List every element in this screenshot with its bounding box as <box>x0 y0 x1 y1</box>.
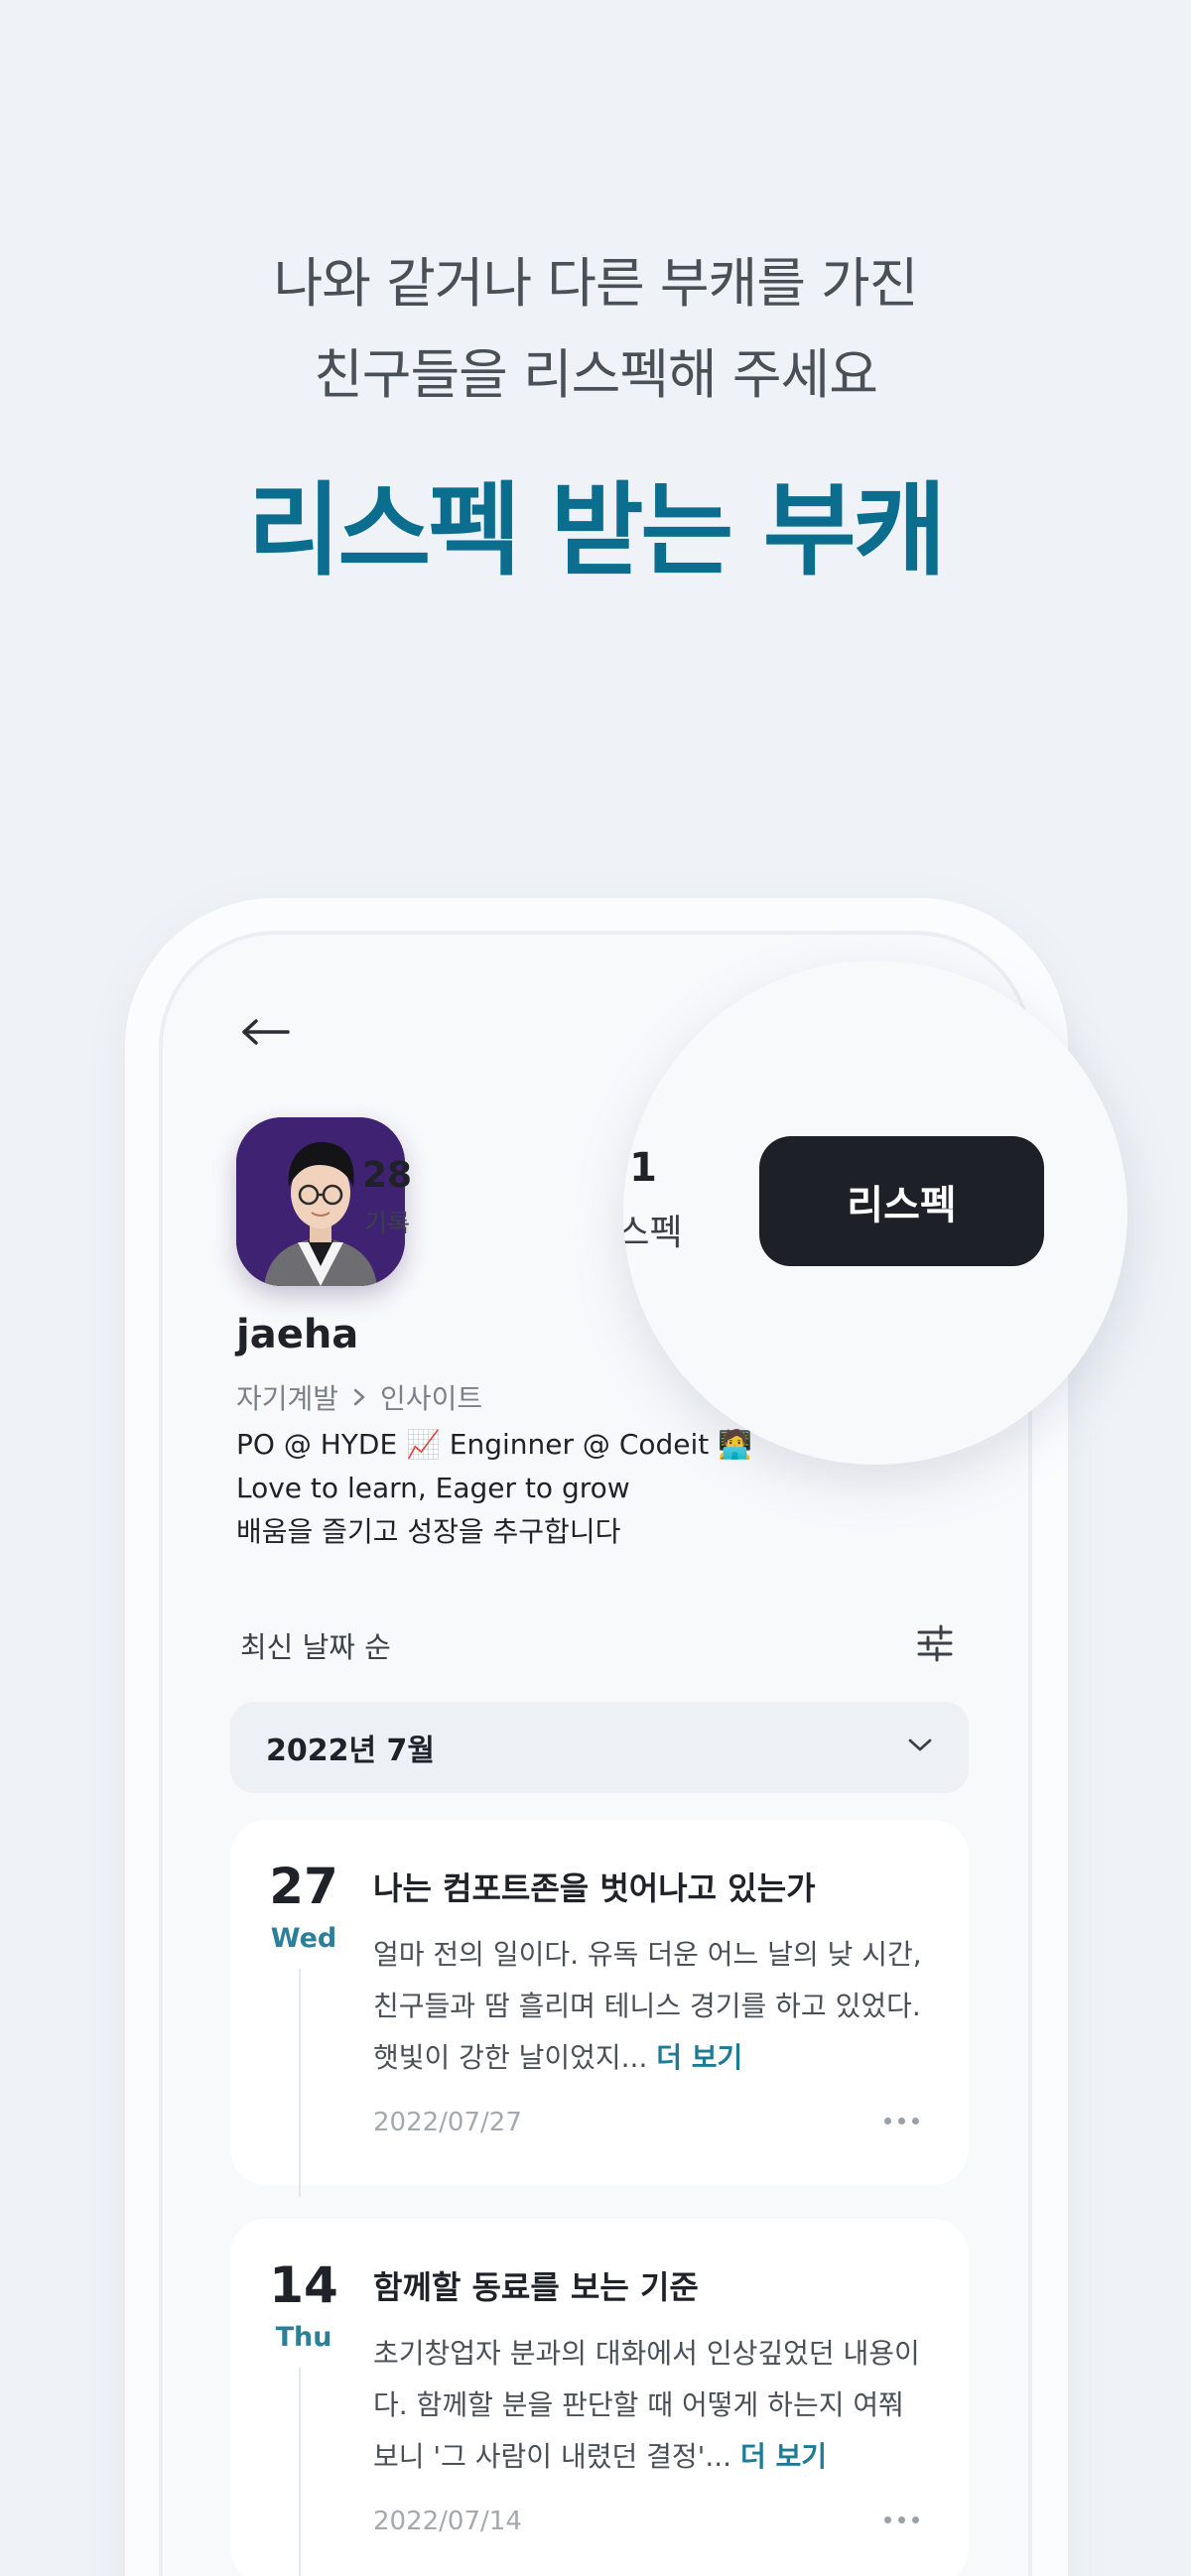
excerpt-line: 보니 '그 사람이 내렸던 결정'... 더 보기 <box>373 2431 929 2483</box>
sort-row: 최신 날짜 순 <box>240 1621 955 1669</box>
category-label: 자기계발 <box>236 1382 339 1415</box>
promo-subtitle-line1: 나와 같거나 다른 부캐를 가진 <box>273 252 919 315</box>
filter-icon[interactable] <box>915 1623 955 1667</box>
breadcrumb: 자기계발 인사이트 <box>236 1377 482 1417</box>
respect-count: 1 <box>629 1145 657 1191</box>
excerpt-line: 친구들과 땀 흘리며 테니스 경기를 하고 있었다. <box>373 1990 921 2022</box>
post-excerpt: 초기창업자 분과의 대화에서 인상깊었던 내용이 다. 함께할 분을 판단할 때… <box>373 2328 929 2483</box>
stat-records[interactable]: 28 기록 <box>337 1155 437 1239</box>
excerpt-line: 초기창업자 분과의 대화에서 인상깊었던 내용이 <box>373 2337 920 2370</box>
chevron-down-icon <box>907 1738 933 1757</box>
back-arrow-icon[interactable] <box>240 1012 292 1052</box>
respect-label: 리스펙 <box>623 1213 683 1253</box>
excerpt-line: 햇빛이 강한 날이었지... 더 보기 <box>373 2032 929 2084</box>
excerpt-line: 다. 함께할 분을 판단할 때 어떻게 하는지 여쭤 <box>373 2388 904 2421</box>
more-options-icon[interactable] <box>884 2516 919 2523</box>
post-title[interactable]: 함께할 동료를 보는 기준 <box>373 2262 699 2308</box>
timeline-line <box>299 2368 301 2576</box>
promo-title: 리스펙 받는 부캐 <box>247 472 947 590</box>
username: jaeha <box>236 1312 359 1357</box>
excerpt-text: 햇빛이 강한 날이었지... <box>373 2041 648 2074</box>
records-count: 28 <box>361 1155 413 1196</box>
post-weekday: Thu <box>275 2322 332 2353</box>
post-day: 14 <box>269 2256 338 2314</box>
bio: PO @ HYDE 📈 Enginner @ Codeit 🧑‍💻 Love t… <box>236 1423 752 1554</box>
promo-subtitle-line2: 친구들을 리스펙해 주세요 <box>314 343 878 406</box>
post-title[interactable]: 나는 컴포트존을 벗어나고 있는가 <box>373 1864 816 1909</box>
bio-line: PO @ HYDE 📈 Enginner @ Codeit 🧑‍💻 <box>236 1428 753 1461</box>
excerpt-text: 보니 '그 사람이 내렸던 결정'... <box>373 2440 732 2473</box>
respect-button[interactable]: 리스펙 <box>759 1136 1044 1266</box>
timeline-line <box>299 1969 301 2197</box>
subcategory-label: 인사이트 <box>380 1382 483 1415</box>
chevron-right-icon <box>352 1381 366 1414</box>
post-weekday: Wed <box>270 1923 337 1954</box>
post-card[interactable]: 14 Thu 함께할 동료를 보는 기준 초기창업자 분과의 대화에서 인상깊었… <box>230 2219 969 2576</box>
promo-header: 나와 같거나 다른 부캐를 가진 친구들을 리스펙해 주세요 리스펙 받는 부캐 <box>0 238 1191 591</box>
more-options-icon[interactable] <box>884 2118 919 2125</box>
post-day: 27 <box>269 1858 338 1915</box>
read-more-link[interactable]: 더 보기 <box>656 2041 742 2074</box>
sort-label[interactable]: 최신 날짜 순 <box>240 1624 391 1666</box>
month-selector[interactable]: 2022년 7월 <box>230 1702 969 1793</box>
post-excerpt: 얼마 전의 일이다. 유독 더운 어느 날의 낮 시간, 친구들과 땀 흘리며 … <box>373 1929 929 2084</box>
month-label: 2022년 7월 <box>266 1734 436 1768</box>
post-date: 2022/07/14 <box>373 2507 522 2536</box>
post-card[interactable]: 27 Wed 나는 컴포트존을 벗어나고 있는가 얼마 전의 일이다. 유독 더… <box>230 1820 969 2197</box>
records-label: 기록 <box>363 1209 410 1237</box>
bio-line: Love to learn, Eager to grow <box>236 1472 630 1504</box>
magnifier-bubble: 1 리스펙 리스펙 <box>623 961 1127 1465</box>
bio-line: 배움을 즐기고 성장을 추구합니다 <box>236 1515 621 1548</box>
post-date: 2022/07/27 <box>373 2108 522 2137</box>
read-more-link[interactable]: 더 보기 <box>740 2440 827 2473</box>
excerpt-line: 얼마 전의 일이다. 유독 더운 어느 날의 낮 시간, <box>373 1938 922 1971</box>
